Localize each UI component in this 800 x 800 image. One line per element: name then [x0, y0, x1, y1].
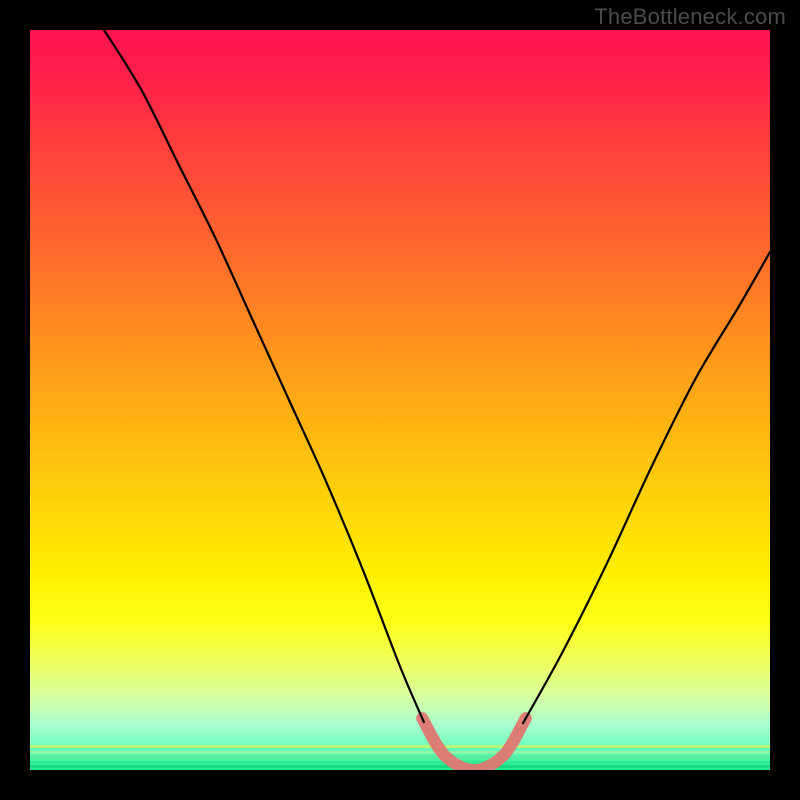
- trough-highlight: [422, 718, 526, 770]
- watermark-text: TheBottleneck.com: [594, 4, 786, 30]
- chart-frame: TheBottleneck.com: [0, 0, 800, 800]
- curve-svg: [30, 30, 770, 770]
- curve-left-branch: [104, 30, 424, 722]
- curve-right-branch: [523, 252, 770, 723]
- plot-area: [30, 30, 770, 770]
